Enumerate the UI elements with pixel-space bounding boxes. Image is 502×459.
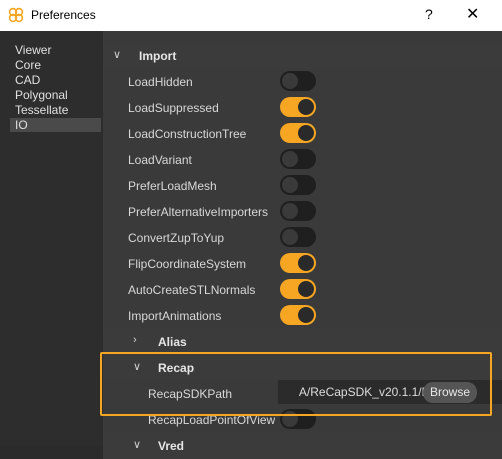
category-io[interactable]: IO [10, 118, 101, 132]
app-logo-icon [8, 7, 24, 23]
chevron-down-icon: ∨ [113, 49, 122, 61]
prop-label-preferalternativeimporters: PreferAlternativeImporters [128, 205, 269, 219]
prop-label-preferloadmesh: PreferLoadMesh [128, 179, 217, 193]
toggle-preferloadmesh[interactable] [280, 175, 316, 195]
category-cad[interactable]: CAD [15, 73, 40, 87]
section-header-import[interactable]: ∨ Import [103, 43, 502, 69]
toggle-knob [282, 177, 298, 193]
prop-label-loadsuppressed: LoadSuppressed [128, 101, 219, 115]
prop-label-flipcoordinatesystem: FlipCoordinateSystem [128, 257, 247, 271]
prop-label-loadconstructiontree: LoadConstructionTree [128, 127, 247, 141]
prop-label-convertzuptoyup: ConvertZupToYup [128, 231, 225, 245]
toggle-importanimations[interactable] [280, 305, 316, 325]
toggle-preferalternativeimporters[interactable] [280, 201, 316, 221]
category-viewer[interactable]: Viewer [15, 43, 51, 57]
toggle-knob [282, 73, 298, 89]
section-header-vred[interactable]: ∨ Vred [103, 433, 502, 459]
category-tessellate[interactable]: Tessellate [15, 103, 68, 117]
category-polygonal[interactable]: Polygonal [15, 88, 68, 102]
toggle-loadvariant[interactable] [280, 149, 316, 169]
toggle-loadconstructiontree[interactable] [280, 123, 316, 143]
toggle-knob [298, 281, 314, 297]
prop-label-autocreatestlnormals: AutoCreateSTLNormals [128, 283, 256, 297]
toggle-knob [298, 99, 314, 115]
toggle-loadsuppressed[interactable] [280, 97, 316, 117]
section-label-alias: Alias [158, 335, 187, 349]
section-label-vred: Vred [158, 439, 185, 453]
toggle-knob [298, 307, 314, 323]
prop-label-importanimations: ImportAnimations [128, 309, 222, 323]
toggle-knob [282, 203, 298, 219]
toggle-autocreatestlnormals[interactable] [280, 279, 316, 299]
window-title: Preferences [31, 8, 96, 22]
section-label-import: Import [139, 49, 177, 63]
toggle-knob [282, 151, 298, 167]
title-bar: Preferences ? ✕ [0, 0, 502, 31]
toggle-convertzuptoyup[interactable] [280, 227, 316, 247]
close-button[interactable]: ✕ [466, 4, 479, 24]
toggle-knob [298, 125, 314, 141]
recap-highlight-box [100, 352, 492, 416]
toggle-knob [298, 255, 314, 271]
chevron-down-icon: ∨ [133, 439, 142, 451]
prop-label-loadvariant: LoadVariant [128, 153, 192, 167]
toggle-knob [282, 229, 298, 245]
category-list: Viewer Core CAD Polygonal Tessellate IO [0, 31, 104, 446]
help-button[interactable]: ? [425, 6, 433, 22]
toggle-flipcoordinatesystem[interactable] [280, 253, 316, 273]
category-core[interactable]: Core [15, 58, 41, 72]
prop-label-loadhidden: LoadHidden [128, 75, 193, 89]
chevron-right-icon: › [133, 334, 137, 346]
toggle-loadhidden[interactable] [280, 71, 316, 91]
